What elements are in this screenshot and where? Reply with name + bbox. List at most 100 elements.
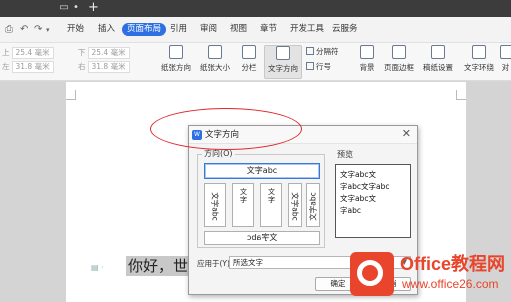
margin-right-row: 右 31.8 毫米 <box>78 61 130 73</box>
break-icon <box>306 47 314 55</box>
page-size-button[interactable]: 纸张大小 <box>197 45 233 73</box>
preview-group-label: 预览 <box>335 150 355 160</box>
close-icon[interactable]: ✕ <box>402 128 411 140</box>
grid-setup-button[interactable]: 稿纸设置 <box>420 45 456 73</box>
orientation-button[interactable]: 纸张方向 <box>158 45 194 73</box>
line-numbers-button[interactable]: 行号 <box>306 62 331 72</box>
margin-left-label: 左 <box>2 62 10 71</box>
margin-bottom-input[interactable]: 25.4 毫米 <box>87 47 130 59</box>
break-label: 分隔符 <box>316 47 339 56</box>
margin-corner-mark <box>456 90 466 100</box>
text-wrap-label: 文字环绕 <box>464 63 494 72</box>
menu-insert[interactable]: 插入 <box>98 23 115 36</box>
direction-option-rotate-90[interactable]: 文字abc <box>204 183 226 227</box>
break-button[interactable]: 分隔符 <box>306 47 339 57</box>
margin-top-label: 上 <box>2 48 10 57</box>
preview-line: 文字abc文 <box>340 194 376 203</box>
undo-icon[interactable]: ↶ <box>20 24 28 36</box>
menu-chapter[interactable]: 章节 <box>260 23 277 36</box>
dot-icon: • <box>73 2 79 13</box>
menu-page-layout[interactable]: 页面布局 <box>122 23 167 36</box>
option-rotate-270-label: 文字abc <box>308 192 318 221</box>
option-vertical-3-label: 文字abc <box>290 192 300 221</box>
option-horizontal-label: 文字abc <box>246 166 278 175</box>
text-direction-button[interactable]: 文字方向 <box>264 45 302 79</box>
menu-cloud[interactable]: 云服务 <box>332 23 358 36</box>
page-size-icon <box>208 45 222 59</box>
direction-group-label: 方向(O) <box>202 149 235 159</box>
device-icon[interactable]: ▭ <box>58 2 70 14</box>
option-flipped-label: 文字abc <box>246 233 278 242</box>
margin-bottom-label: 下 <box>78 48 86 57</box>
watermark-title: Office教程网 <box>400 254 506 274</box>
text-wrap-icon <box>472 45 486 59</box>
watermark-url: www.office26.com <box>402 277 499 291</box>
apply-to-label: 应用于(Y): <box>197 259 233 268</box>
text-wrap-button[interactable]: 文字环绕 <box>460 45 498 73</box>
columns-button[interactable]: 分栏 <box>236 45 262 73</box>
menu-view[interactable]: 视图 <box>230 23 247 36</box>
margin-corner-mark <box>66 90 76 100</box>
margin-left-input[interactable]: 31.8 毫米 <box>11 61 54 73</box>
columns-icon <box>242 45 256 59</box>
page-border-label: 页面边框 <box>384 63 414 72</box>
margin-right-label: 右 <box>78 62 86 71</box>
paragraph-icon: ▤ · <box>91 263 104 272</box>
office-logo-icon <box>350 252 394 296</box>
direction-option-rotate-270[interactable]: 文字abc <box>306 183 320 227</box>
preview-line: 字abc文字abc <box>340 182 390 191</box>
menu-home[interactable]: 开始 <box>67 23 84 36</box>
title-bar: ▭ • + <box>0 0 511 17</box>
align-icon <box>500 45 511 59</box>
dialog-title-bar: W 文字方向 ✕ <box>189 126 417 144</box>
menu-bar: ⎙ ↶ ↷ ▾ 开始 插入 页面布局 引用 审阅 视图 章节 开发工具 云服务 <box>0 17 511 43</box>
preview-line: 字abc <box>340 206 361 215</box>
margin-top-input[interactable]: 25.4 毫米 <box>11 47 54 59</box>
align-label: 对 <box>501 63 510 72</box>
direction-option-vertical-1[interactable]: 文字 <box>232 183 254 227</box>
print-icon[interactable]: ⎙ <box>5 24 13 36</box>
page-border-button[interactable]: 页面边框 <box>381 45 417 73</box>
option-vertical-1-label: 文字 <box>240 188 247 204</box>
align-button[interactable]: 对 <box>500 45 511 73</box>
preview-box: 文字abc文 字abc文字abc 文字abc文 字abc <box>335 164 411 238</box>
menu-review[interactable]: 审阅 <box>200 23 217 36</box>
direction-option-vertical-3[interactable]: 文字abc <box>288 183 302 227</box>
text-direction-icon <box>276 46 290 60</box>
redo-icon[interactable]: ↷ <box>34 24 42 36</box>
text-direction-label: 文字方向 <box>268 64 298 73</box>
margin-bottom-row: 下 25.4 毫米 <box>78 47 130 59</box>
line-numbers-icon <box>306 62 314 70</box>
margin-left-row: 左 31.8 毫米 <box>2 61 54 73</box>
direction-option-horizontal[interactable]: 文字abc <box>204 163 320 179</box>
ribbon: 上 25.4 毫米 左 31.8 毫米 下 25.4 毫米 右 31.8 毫米 纸张方向… <box>0 43 511 81</box>
apply-to-value: 所选文字 <box>233 258 263 267</box>
page-border-icon <box>392 45 406 59</box>
watermark: Office教程网 www.office26.com <box>350 250 511 302</box>
columns-label: 分栏 <box>241 63 257 72</box>
new-tab-icon[interactable]: + <box>88 1 99 15</box>
direction-option-flipped[interactable]: 文字abc <box>204 231 320 245</box>
menu-developer[interactable]: 开发工具 <box>290 23 324 36</box>
grid-setup-icon <box>431 45 445 59</box>
dropdown-icon[interactable]: ▾ <box>46 24 50 36</box>
margin-right-input[interactable]: 31.8 毫米 <box>87 61 130 73</box>
preview-line: 文字abc文 <box>340 170 376 179</box>
menu-references[interactable]: 引用 <box>170 23 187 36</box>
app-icon: W <box>192 130 202 140</box>
grid-setup-label: 稿纸设置 <box>423 63 453 72</box>
preview-group: 预览 文字abc文 字abc文字abc 文字abc文 字abc <box>335 150 411 248</box>
orientation-label: 纸张方向 <box>161 63 191 72</box>
dialog-title: 文字方向 <box>205 130 240 140</box>
background-label: 背景 <box>359 63 375 72</box>
line-numbers-label: 行号 <box>316 62 331 71</box>
margin-top-row: 上 25.4 毫米 <box>2 47 54 59</box>
background-icon <box>360 45 374 59</box>
background-button[interactable]: 背景 <box>354 45 380 73</box>
direction-group: 方向(O) 文字abc 文字abc 文字 文字 文字abc 文字abc 文字ab… <box>197 149 325 248</box>
orientation-icon <box>169 45 183 59</box>
option-vertical-2-label: 文字 <box>268 188 275 204</box>
direction-option-vertical-2[interactable]: 文字 <box>260 183 282 227</box>
document-text[interactable]: 你好，世 <box>126 256 191 276</box>
option-rotate-90-label: 文字abc <box>210 192 220 221</box>
